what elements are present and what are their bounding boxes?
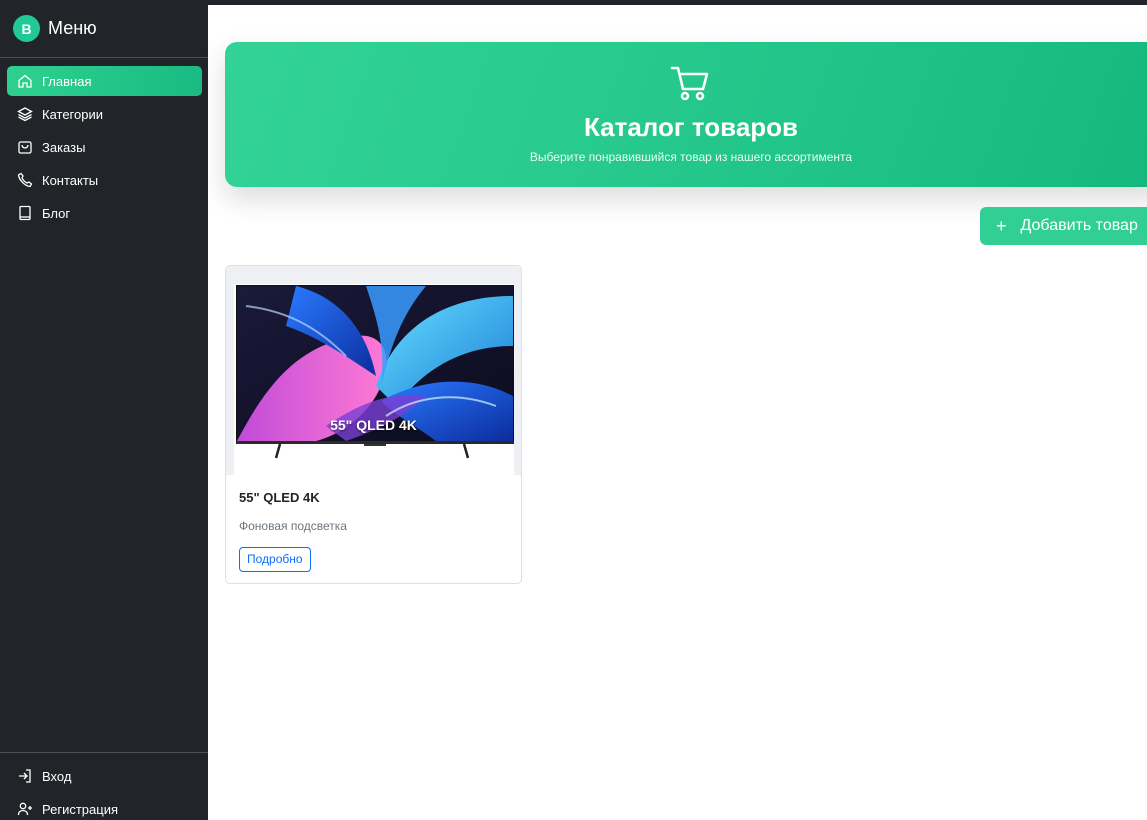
sidebar-footer: Вход Регистрация [0, 752, 208, 820]
phone-icon [17, 172, 33, 188]
sidebar-brand[interactable]: B Меню [0, 0, 208, 58]
sidebar-item-login[interactable]: Вход [7, 761, 202, 791]
sidebar: B Меню Главная Категории Заказы Контакты… [0, 0, 208, 820]
sidebar-item-contacts[interactable]: Контакты [7, 165, 202, 195]
sidebar-item-categories[interactable]: Категории [7, 99, 202, 129]
add-product-button[interactable]: + Добавить товар [980, 207, 1147, 245]
sidebar-item-label: Главная [42, 73, 92, 89]
sidebar-item-label: Заказы [42, 139, 86, 155]
product-card-body: 55" QLED 4K Фоновая подсветка Подробно [226, 475, 521, 583]
sidebar-item-home[interactable]: Главная [7, 66, 202, 96]
top-bar [208, 0, 1147, 5]
sidebar-item-label: Категории [42, 106, 103, 122]
tv-image [226, 266, 521, 477]
product-image-caption: 55" QLED 4K [330, 417, 417, 433]
plus-icon: + [996, 215, 1007, 236]
user-plus-icon [17, 801, 33, 817]
bag-icon [17, 139, 33, 155]
login-icon [17, 768, 33, 784]
sidebar-item-register[interactable]: Регистрация [7, 794, 202, 820]
sidebar-item-label: Регистрация [42, 801, 118, 817]
brand-badge: B [13, 15, 40, 42]
layers-icon [17, 106, 33, 122]
details-button[interactable]: Подробно [239, 547, 311, 572]
cart-icon [669, 62, 711, 104]
product-image[interactable]: 55" QLED 4K [226, 266, 521, 477]
sidebar-item-label: Контакты [42, 172, 99, 188]
product-card: 55" QLED 4K 55" QLED 4K Фоновая подсветк… [225, 265, 522, 584]
sidebar-item-blog[interactable]: Блог [7, 198, 202, 228]
sidebar-nav: Главная Категории Заказы Контакты Блог [0, 58, 208, 228]
catalog-hero: Каталог товаров Выберите понравившийся т… [225, 42, 1147, 187]
product-title: 55" QLED 4K [239, 490, 320, 505]
page-title: Каталог товаров [583, 112, 799, 142]
brand-title: Меню [48, 18, 97, 38]
sidebar-item-label: Вход [42, 768, 72, 784]
book-icon [17, 205, 33, 221]
page-subtitle: Выберите понравившийся товар из нашего а… [529, 150, 853, 164]
home-icon [17, 73, 33, 89]
add-product-label: Добавить товар [1020, 217, 1138, 234]
product-description: Фоновая подсветка [239, 519, 347, 533]
sidebar-item-orders[interactable]: Заказы [7, 132, 202, 162]
sidebar-item-label: Блог [42, 205, 71, 221]
